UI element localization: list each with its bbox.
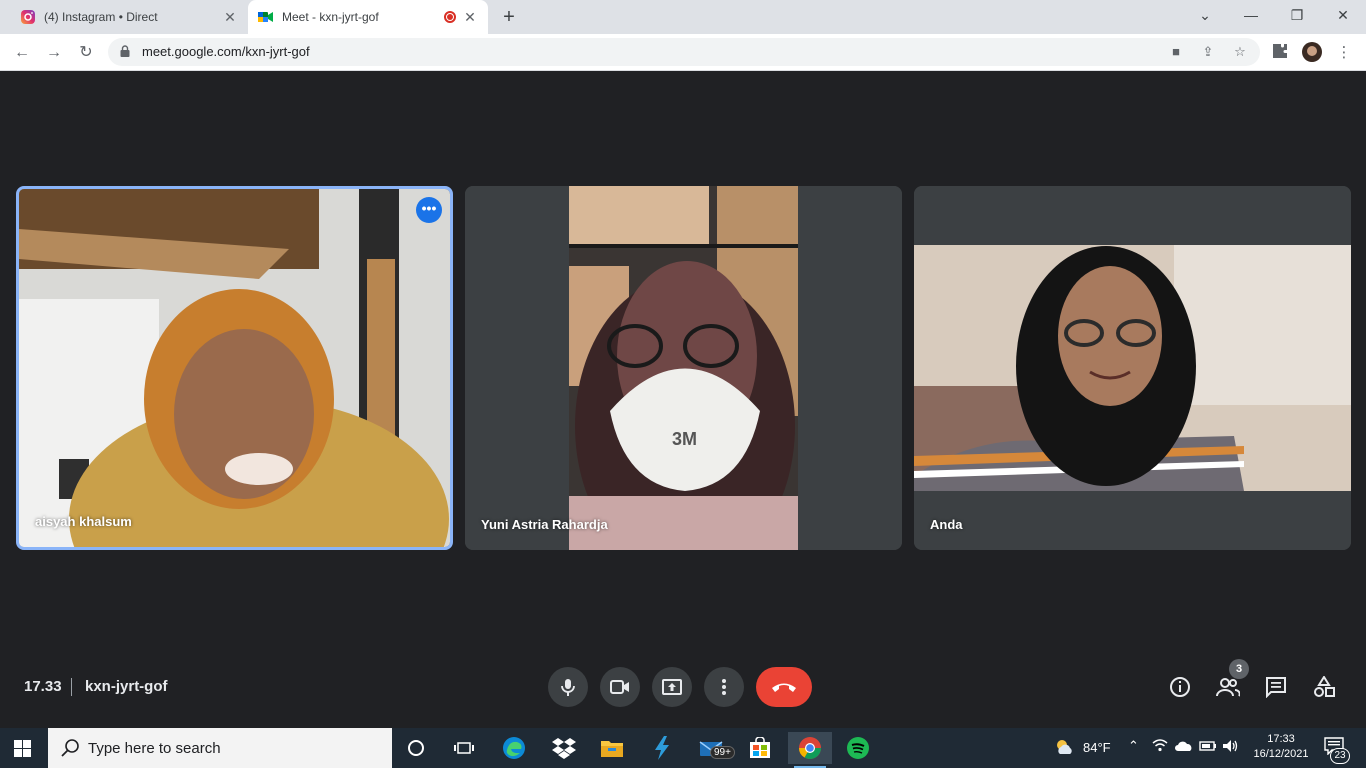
- dropbox-icon[interactable]: [542, 732, 586, 764]
- close-tab-icon[interactable]: ✕: [462, 9, 478, 25]
- activities-icon[interactable]: [1312, 675, 1336, 699]
- present-screen-button[interactable]: [652, 667, 692, 707]
- restore-button[interactable]: ❐: [1274, 0, 1320, 30]
- search-placeholder: Type here to search: [88, 740, 221, 757]
- participant-count-badge: 3: [1229, 659, 1249, 679]
- minimize-button[interactable]: —: [1228, 0, 1274, 30]
- leave-call-button[interactable]: [756, 667, 812, 707]
- participant-name: Anda: [930, 517, 963, 532]
- back-icon[interactable]: ←: [10, 41, 34, 65]
- mail-badge: 99+: [710, 746, 735, 759]
- bookmark-star-icon[interactable]: ☆: [1232, 44, 1248, 60]
- divider: [71, 678, 72, 696]
- windows-taskbar: Type here to search 99+ 84°F ⌃ 17:33 16/…: [0, 728, 1366, 768]
- weather-temperature[interactable]: 84°F: [1083, 740, 1111, 755]
- present-screen-icon: [662, 679, 682, 695]
- file-explorer-icon[interactable]: [590, 732, 634, 764]
- microsoft-store-icon[interactable]: [738, 732, 782, 764]
- close-tab-icon[interactable]: ✕: [222, 9, 238, 25]
- lock-icon: [120, 45, 130, 57]
- edge-icon[interactable]: [492, 732, 536, 764]
- more-vertical-icon: [722, 679, 726, 695]
- extensions-icon[interactable]: [1270, 43, 1290, 63]
- meet-stage: ••• aisyah khalsum 3M Yuni Astria Rahard…: [0, 71, 1366, 728]
- url-text: meet.google.com/kxn-jyrt-gof: [142, 44, 310, 59]
- hang-up-icon: [772, 683, 796, 692]
- search-icon: [61, 739, 79, 757]
- mail-icon[interactable]: 99+: [690, 732, 735, 764]
- more-options-button[interactable]: [704, 667, 744, 707]
- reload-icon[interactable]: ↻: [74, 41, 98, 65]
- address-bar[interactable]: meet.google.com/kxn-jyrt-gof ■ ⇪ ☆: [108, 38, 1260, 66]
- clock-time: 17:33: [1267, 733, 1295, 745]
- notification-count-badge: 23: [1330, 748, 1350, 764]
- participant-tile[interactable]: Anda: [914, 186, 1351, 550]
- camera-in-use-icon[interactable]: ■: [1168, 44, 1184, 60]
- browser-tab-strip: (4) Instagram • Direct ✕ Meet - kxn-jyrt…: [0, 0, 1366, 34]
- participant-tile[interactable]: 3M Yuni Astria Rahardja: [465, 186, 902, 550]
- chrome-menu-icon[interactable]: ⋮: [1334, 43, 1354, 63]
- google-meet-icon: [258, 9, 274, 25]
- meeting-details-icon[interactable]: [1168, 675, 1192, 699]
- close-window-button[interactable]: ✕: [1320, 0, 1366, 30]
- show-hidden-icons-icon[interactable]: ⌃: [1128, 738, 1139, 754]
- battery-icon[interactable]: [1199, 740, 1217, 755]
- tab-title: (4) Instagram • Direct: [44, 10, 158, 24]
- chrome-icon[interactable]: [788, 732, 832, 768]
- forward-icon[interactable]: →: [42, 41, 66, 65]
- recording-indicator-icon: [444, 11, 456, 23]
- tab-meet[interactable]: Meet - kxn-jyrt-gof ✕: [248, 0, 488, 34]
- participant-video: [914, 186, 1351, 550]
- camera-button[interactable]: [600, 667, 640, 707]
- new-tab-button[interactable]: +: [498, 6, 520, 28]
- windows-start-icon[interactable]: [14, 740, 31, 757]
- meeting-controls-bar: 17.33 kxn-jyrt-gof 3: [0, 657, 1366, 717]
- profile-avatar[interactable]: [1302, 42, 1322, 62]
- meeting-code: kxn-jyrt-gof: [85, 678, 168, 695]
- participant-video: [19, 189, 450, 547]
- participant-name: aisyah khalsum: [35, 514, 132, 529]
- browser-toolbar: ← → ↻ meet.google.com/kxn-jyrt-gof ■ ⇪ ☆…: [0, 34, 1366, 71]
- weather-icon[interactable]: [1054, 738, 1076, 759]
- wifi-icon[interactable]: [1152, 738, 1168, 755]
- instagram-icon: [20, 9, 36, 25]
- meeting-time: 17.33: [24, 678, 62, 695]
- tab-instagram[interactable]: (4) Instagram • Direct ✕: [12, 0, 248, 34]
- camera-icon: [610, 680, 629, 694]
- participant-name: Yuni Astria Rahardja: [481, 517, 608, 532]
- spotify-icon[interactable]: [836, 732, 880, 764]
- microphone-icon: [561, 679, 575, 696]
- svg-text:3M: 3M: [672, 429, 697, 449]
- task-view-icon[interactable]: [442, 732, 486, 764]
- share-icon[interactable]: ⇪: [1200, 44, 1216, 60]
- volume-icon[interactable]: [1222, 739, 1240, 756]
- participant-tile[interactable]: ••• aisyah khalsum: [16, 186, 453, 550]
- taskbar-clock[interactable]: 17:33 16/12/2021: [1252, 732, 1310, 762]
- more-options-button[interactable]: •••: [416, 197, 442, 223]
- taskbar-search-box[interactable]: Type here to search: [48, 728, 392, 768]
- chat-icon[interactable]: [1264, 675, 1288, 699]
- onedrive-icon[interactable]: [1175, 740, 1193, 755]
- tab-title: Meet - kxn-jyrt-gof: [282, 10, 379, 24]
- app-lightning-icon[interactable]: [640, 732, 684, 764]
- microphone-button[interactable]: [548, 667, 588, 707]
- cortana-icon[interactable]: [394, 732, 438, 764]
- participant-video: 3M: [465, 186, 902, 550]
- tab-search-icon[interactable]: ⌄: [1182, 0, 1228, 30]
- clock-date: 16/12/2021: [1253, 748, 1309, 760]
